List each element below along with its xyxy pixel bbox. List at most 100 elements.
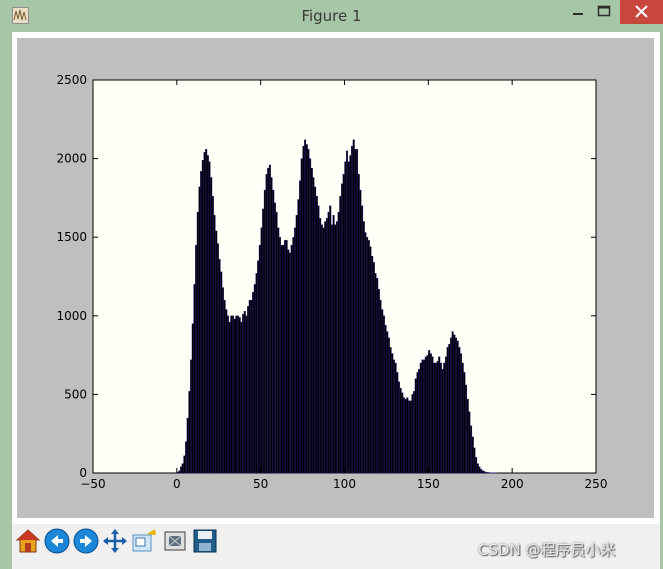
histogram-bar: [475, 457, 478, 474]
histogram-bar: [299, 180, 302, 474]
histogram-bar: [300, 158, 303, 474]
histogram-bar: [423, 359, 426, 474]
histogram-bar: [196, 211, 199, 474]
histogram-bar: [245, 315, 248, 474]
histogram-bar: [384, 325, 387, 474]
histogram-bar: [386, 331, 389, 474]
histogram-bar: [327, 211, 330, 474]
histogram-bar: [243, 310, 246, 474]
pan-button[interactable]: [101, 527, 129, 555]
histogram-bar: [216, 243, 219, 474]
histogram-bar: [403, 397, 406, 474]
x-tick-label: 0: [173, 477, 181, 491]
histogram-bar: [242, 314, 245, 474]
zoom-button[interactable]: [130, 527, 158, 555]
histogram-bar: [364, 232, 367, 474]
histogram-bar: [255, 273, 258, 474]
back-arrow-icon: [44, 528, 70, 554]
histogram-bar: [468, 411, 471, 474]
histogram-bar: [480, 468, 483, 474]
histogram-bar: [463, 372, 466, 474]
histogram-bar: [374, 273, 377, 474]
histogram-bar: [240, 321, 243, 474]
histogram-bar: [473, 447, 476, 474]
histogram-bar: [362, 221, 365, 474]
histogram-bar: [309, 158, 312, 474]
histogram-bar: [205, 149, 208, 474]
histogram-bar: [389, 347, 392, 474]
histogram-bar: [183, 455, 186, 474]
forward-button[interactable]: [72, 527, 100, 555]
histogram-bar: [247, 306, 250, 474]
histogram-bar: [361, 205, 364, 474]
back-button[interactable]: [43, 527, 71, 555]
histogram-bar: [221, 287, 224, 474]
watermark-text: CSDN @程序员小米: [478, 541, 616, 559]
histogram-bar: [220, 271, 223, 474]
histogram-bar: [443, 362, 446, 474]
histogram-bar: [180, 466, 183, 474]
histogram-bar: [339, 196, 342, 474]
histogram-bar: [211, 196, 214, 474]
histogram-bar: [315, 196, 318, 474]
histogram-bar: [460, 353, 463, 474]
subplots-button[interactable]: [161, 527, 189, 555]
histogram-bar: [329, 205, 332, 474]
y-tick-label: 0: [79, 466, 87, 480]
histogram-bar: [421, 359, 424, 474]
histogram-bar: [344, 161, 347, 474]
histogram-bar: [289, 252, 291, 474]
histogram-bar: [253, 284, 256, 474]
histogram-bar: [260, 227, 263, 474]
x-tick-label: 100: [333, 477, 356, 491]
histogram-bar: [356, 149, 359, 474]
histogram-bar: [387, 337, 390, 474]
histogram-bar: [436, 361, 439, 474]
histogram-bar: [414, 378, 417, 474]
histogram-bar: [237, 315, 240, 474]
histogram-bar: [282, 244, 285, 474]
histogram-bar: [265, 174, 268, 474]
histogram-bar: [406, 397, 409, 474]
histogram-bar: [203, 152, 206, 474]
histogram-bar: [232, 315, 234, 474]
histogram-bar: [273, 202, 276, 474]
home-button[interactable]: [14, 527, 42, 555]
x-tick-label: 150: [417, 477, 440, 491]
histogram-bar: [206, 155, 209, 474]
histogram-bar: [319, 218, 322, 474]
histogram-bar: [357, 174, 360, 474]
histogram-bar: [295, 215, 298, 474]
histogram-bar: [367, 240, 370, 474]
histogram-bar: [317, 205, 320, 474]
histogram-bar: [354, 149, 357, 474]
histogram-bar: [252, 292, 255, 474]
histogram-bar: [267, 167, 270, 474]
histogram-bar: [334, 224, 337, 474]
histogram-bar: [275, 211, 278, 474]
histogram-bar: [285, 240, 288, 474]
home-icon: [15, 529, 41, 553]
save-button[interactable]: [191, 527, 219, 555]
histogram-bar: [178, 470, 181, 474]
histogram-bar: [398, 381, 400, 474]
histogram-bar: [413, 391, 416, 474]
histogram-bar: [233, 318, 236, 474]
histogram-bar: [376, 277, 379, 474]
histogram-bar: [332, 215, 335, 474]
histogram-bar: [193, 284, 196, 474]
histogram-bar: [448, 343, 451, 474]
histogram-bar: [325, 218, 328, 474]
histogram-bar: [290, 244, 293, 474]
histogram-bar: [320, 224, 323, 474]
histogram-bar: [257, 260, 260, 474]
histogram-bar: [455, 337, 457, 474]
histogram-bar: [223, 299, 226, 474]
histogram-bar: [201, 160, 204, 474]
histogram-bar: [292, 237, 295, 474]
histogram-bar: [230, 315, 233, 474]
histogram-bar: [297, 199, 300, 474]
histogram-bar: [322, 227, 325, 474]
histogram-bar: [195, 244, 198, 474]
histogram-bar: [191, 323, 194, 474]
